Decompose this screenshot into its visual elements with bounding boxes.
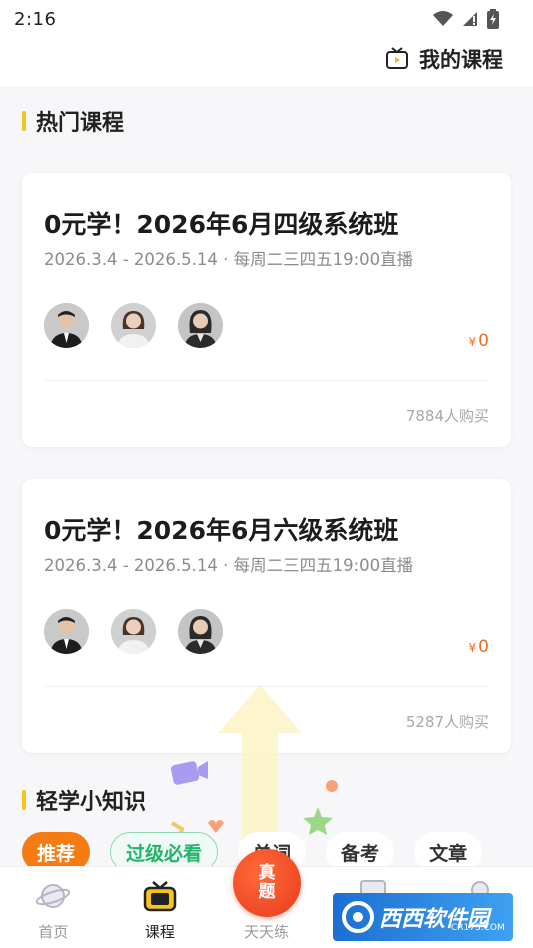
practice-exam-button[interactable]: 真 题 (233, 849, 301, 917)
buyer-count: 7884人购买 (405, 407, 489, 425)
section-accent-bar (22, 790, 26, 810)
watermark-sub: CR173.COM (451, 923, 505, 933)
site-watermark: 西西软件园 CR173.COM (333, 893, 513, 941)
watermark-logo-icon (342, 901, 374, 933)
teacher-avatar (44, 609, 89, 654)
hot-courses-title: 热门课程 (36, 111, 125, 136)
my-courses-label: 我的课程 (419, 48, 503, 72)
teacher-avatar (178, 303, 223, 348)
buyer-count: 5287人购买 (405, 713, 489, 731)
hot-courses-heading: 热门课程 (22, 105, 124, 137)
tv-icon (386, 47, 408, 69)
course-price: ¥0 (469, 637, 489, 657)
nav-home[interactable]: 首页 (0, 867, 107, 948)
signal-icon (463, 12, 477, 26)
nav-courses-label: 课程 (144, 923, 175, 941)
practice-button-line2: 题 (258, 882, 276, 902)
course-card[interactable]: 0元学！2026年6月四级系统班 2026.3.4 - 2026.5.14 · … (22, 173, 511, 447)
course-schedule: 2026.3.4 - 2026.5.14 · 每周二三四五19:00直播 (44, 556, 414, 575)
wifi-icon (433, 11, 453, 26)
teacher-avatar (178, 609, 223, 654)
top-bar: 我的课程 (0, 38, 533, 86)
course-title: 0元学！2026年6月六级系统班 (44, 516, 399, 545)
planet-icon (33, 877, 73, 915)
teacher-avatar (111, 303, 156, 348)
course-price: ¥0 (469, 331, 489, 351)
teacher-avatars (44, 303, 223, 348)
nav-home-label: 首页 (38, 923, 69, 941)
currency-symbol: ¥ (468, 641, 477, 655)
price-value: 0 (478, 637, 489, 657)
status-icons (433, 9, 499, 29)
my-courses-button[interactable]: 我的课程 (385, 44, 503, 74)
app-screen: 2:16 我的课程 热门课程 0元学！2026年6月四级系统班 2026.3.4… (0, 0, 533, 948)
status-time: 2:16 (14, 8, 57, 30)
nav-courses[interactable]: 课程 (107, 867, 214, 948)
price-value: 0 (478, 331, 489, 351)
practice-button-line1: 真 (258, 863, 276, 883)
tv-icon (140, 877, 180, 915)
status-bar: 2:16 (0, 0, 533, 38)
currency-symbol: ¥ (468, 335, 477, 349)
nav-practice-label: 天天练 (243, 923, 289, 941)
teacher-avatar (44, 303, 89, 348)
knowledge-heading: 轻学小知识 (22, 784, 146, 816)
section-accent-bar (22, 111, 26, 131)
battery-icon (487, 9, 499, 29)
knowledge-title: 轻学小知识 (36, 790, 147, 815)
teacher-avatars (44, 609, 223, 654)
course-schedule: 2026.3.4 - 2026.5.14 · 每周二三四五19:00直播 (44, 250, 414, 269)
teacher-avatar (111, 609, 156, 654)
card-divider (44, 380, 489, 381)
course-title: 0元学！2026年6月四级系统班 (44, 210, 399, 239)
